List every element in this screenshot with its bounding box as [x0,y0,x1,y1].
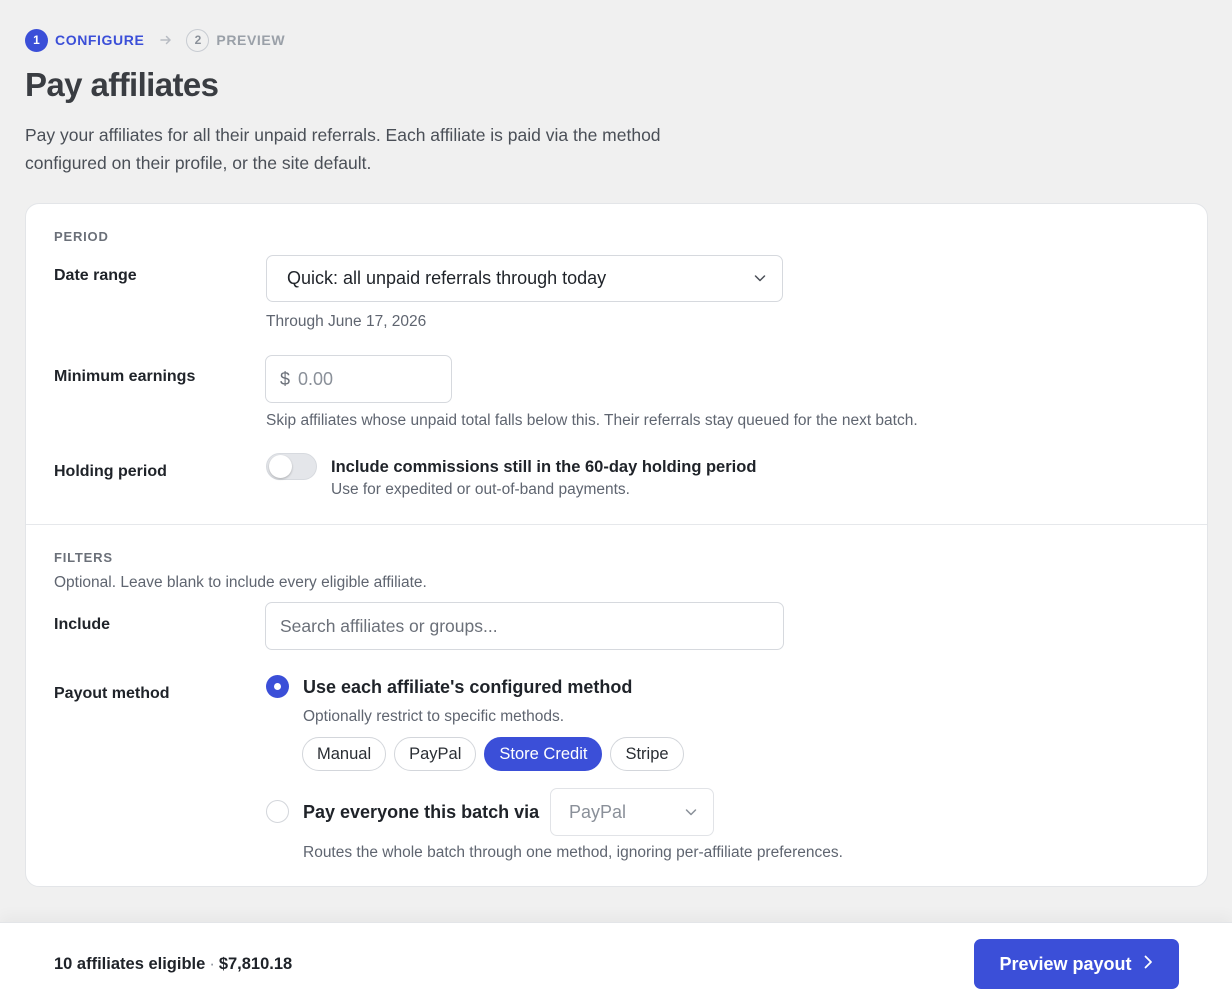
step-configure[interactable]: 1 CONFIGURE [25,28,145,52]
holding-period-toggle-title: Include commissions still in the 60-day … [331,458,757,476]
radio-single-method[interactable] [266,800,289,823]
summary-separator: · [209,955,215,973]
footer-bar: 10 affiliates eligible · $7,810.18 Preview… [0,922,1232,1002]
section-divider [26,524,1207,525]
eligible-count: 10 affiliates eligible [54,955,206,973]
step-preview[interactable]: 2 PREVIEW [186,28,286,52]
step-number: 2 [186,28,210,52]
holding-period-toggle-sub: Use for expedited or out-of-band payment… [331,481,630,498]
page-description: Pay your affiliates for all their unpaid… [25,125,661,173]
holding-period-toggle[interactable] [266,453,317,480]
date-range-label: Date range [54,267,137,284]
eligibility-summary: 10 affiliates eligible · $7,810.18 [54,955,292,974]
chip-paypal[interactable]: PayPal [394,737,477,771]
toggle-knob [269,455,292,478]
preview-payout-button[interactable]: Preview payout [974,939,1179,989]
date-range-select[interactable]: Quick: all unpaid referrals through toda… [266,255,783,302]
chip-manual[interactable]: Manual [302,737,387,771]
minimum-earnings-helper: Skip affiliates whose unpaid total falls… [266,412,918,429]
minimum-earnings-input[interactable] [298,368,419,390]
method-chips: Manual PayPal Store Credit Stripe [302,737,684,771]
step-label: PREVIEW [216,32,286,48]
chip-stripe[interactable]: Stripe [610,737,684,771]
date-range-helper: Through June 17, 2026 [266,313,427,330]
section-label-period: PERIOD [54,229,109,244]
filters-subtext: Optional. Leave blank to include every e… [54,574,427,591]
page-title: Pay affiliates [25,66,219,103]
arrow-right-icon [160,33,172,48]
chevron-down-icon [752,270,768,291]
payout-total: $7,810.18 [218,955,293,973]
chevron-right-icon [1142,954,1154,975]
minimum-earnings-label: Minimum earnings [54,368,196,385]
payout-method-label: Payout method [54,685,170,702]
step-number: 1 [25,28,48,52]
chevron-down-icon [683,804,699,825]
chip-store-credit[interactable]: Store Credit [484,737,603,771]
configured-method-sub: Optionally restrict to specific methods. [303,708,565,725]
preview-payout-label: Preview payout [999,953,1132,974]
payout-config-card: PERIOD Date range Quick: all unpaid refe… [25,203,1208,887]
currency-symbol: $ [280,368,291,389]
single-method-value: PayPal [569,801,627,822]
stepper: 1 CONFIGURE 2 PREVIEW [25,28,285,52]
single-method-label[interactable]: Pay everyone this batch via [303,802,539,823]
holding-period-label: Holding period [54,463,167,480]
single-method-select[interactable]: PayPal [550,788,714,836]
single-method-sub: Routes the whole batch through one metho… [303,844,843,861]
section-label-filters: FILTERS [54,550,113,565]
include-label: Include [54,616,111,633]
include-search-input[interactable] [265,602,784,650]
minimum-earnings-field[interactable]: $ [265,355,452,403]
step-label: CONFIGURE [55,32,145,48]
configured-method-label[interactable]: Use each affiliate's configured method [303,677,632,698]
radio-configured-method[interactable] [266,675,289,698]
date-range-value: Quick: all unpaid referrals through toda… [287,268,607,288]
